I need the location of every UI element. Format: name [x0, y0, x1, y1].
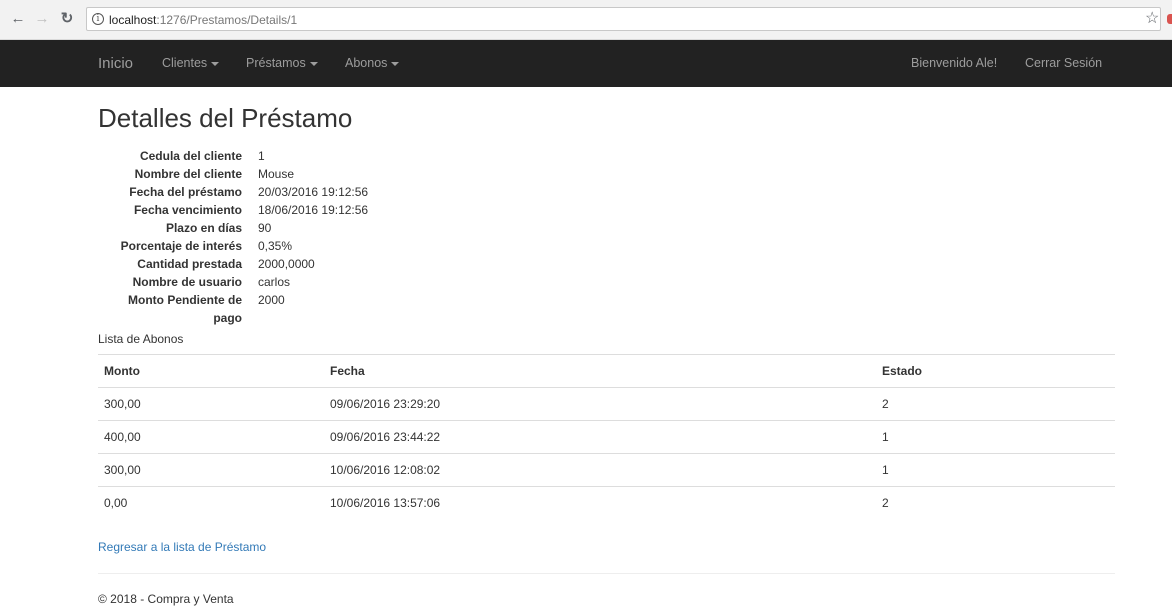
- column-header-estado: Estado: [876, 354, 1115, 388]
- detail-value: 90: [258, 221, 272, 235]
- column-header-fecha: Fecha: [324, 354, 876, 388]
- detail-value: 18/06/2016 19:12:56: [258, 203, 369, 217]
- table-row: 400,00 09/06/2016 23:44:22 1: [98, 420, 1115, 454]
- bookmark-star-icon[interactable]: ☆: [1145, 9, 1159, 29]
- detail-value: Mouse: [258, 167, 295, 181]
- url-text: localhost:1276/Prestamos/Details/1: [109, 13, 297, 27]
- detail-label: Nombre de usuario: [132, 275, 242, 289]
- cell-estado: 2: [876, 387, 1115, 421]
- nav-logout-link[interactable]: Cerrar Sesión: [1025, 40, 1102, 87]
- detail-row: Nombre de usuario carlos: [90, 273, 490, 291]
- url-path: :1276/Prestamos/Details/1: [156, 13, 298, 27]
- browser-toolbar: ← → ↻ i localhost:1276/Prestamos/Details…: [0, 0, 1172, 40]
- detail-row: Porcentaje de interés 0,35%: [90, 237, 490, 255]
- detail-row: Fecha vencimiento 18/06/2016 19:12:56: [90, 201, 490, 219]
- nav-brand-inicio[interactable]: Inicio: [98, 40, 133, 87]
- detail-label: Porcentaje de interés: [120, 239, 242, 253]
- table-row: 300,00 10/06/2016 12:08:02 1: [98, 453, 1115, 487]
- navbar: Inicio Clientes Préstamos Abonos Bienven…: [0, 40, 1172, 87]
- forward-arrow-icon[interactable]: →: [32, 9, 52, 29]
- detail-label-line: Monto Pendiente de: [128, 293, 242, 307]
- detail-label: Fecha del préstamo: [129, 185, 242, 199]
- detail-row: Nombre del cliente Mouse: [90, 165, 490, 183]
- detail-label: Cantidad prestada: [137, 257, 242, 271]
- detail-label: Plazo en días: [165, 221, 242, 235]
- detail-value: carlos: [258, 275, 291, 289]
- extension-icon[interactable]: [1167, 14, 1172, 24]
- nav-menu-prestamos[interactable]: Préstamos: [246, 40, 318, 87]
- detail-value: 0,35%: [258, 239, 293, 253]
- caret-down-icon: [211, 61, 220, 66]
- cell-fecha: 09/06/2016 23:44:22: [324, 420, 876, 454]
- info-icon[interactable]: i: [92, 13, 104, 25]
- detail-row: Plazo en días 90: [90, 219, 490, 237]
- caret-down-icon: [309, 61, 318, 66]
- table-row: 300,00 09/06/2016 23:29:20 2: [98, 387, 1115, 421]
- detail-row: Monto Pendiente de pago 2000: [90, 291, 490, 327]
- abonos-caption: Lista de Abonos: [98, 332, 184, 346]
- caret-down-icon: [391, 61, 400, 66]
- page-title: Detalles del Préstamo: [98, 103, 353, 133]
- column-header-monto: Monto: [98, 354, 324, 388]
- detail-value: 2000,0000: [258, 257, 315, 271]
- url-host: localhost: [109, 13, 157, 27]
- address-bar[interactable]: i localhost:1276/Prestamos/Details/1: [86, 7, 1161, 31]
- cell-monto: 400,00: [98, 420, 324, 454]
- detail-label: Cedula del cliente: [139, 149, 242, 163]
- cell-monto: 0,00: [98, 486, 324, 520]
- detail-label: Fecha vencimiento: [133, 203, 242, 217]
- footer-divider: [98, 573, 1115, 574]
- nav-menu-label: Préstamos: [246, 56, 306, 70]
- detail-row: Cantidad prestada 2000,0000: [90, 255, 490, 273]
- nav-menu-clientes[interactable]: Clientes: [162, 40, 220, 87]
- footer-copyright: © 2018 - Compra y Venta: [98, 592, 234, 606]
- detail-value: 20/03/2016 19:12:56: [258, 185, 369, 199]
- abonos-table: Monto Fecha Estado 300,00 09/06/2016 23:…: [98, 354, 1115, 520]
- loan-details-list: Cedula del cliente 1 Nombre del cliente …: [90, 147, 490, 327]
- cell-monto: 300,00: [98, 387, 324, 421]
- detail-value: 1: [258, 149, 265, 163]
- detail-row: Cedula del cliente 1: [90, 147, 490, 165]
- nav-menu-abonos[interactable]: Abonos: [345, 40, 400, 87]
- cell-fecha: 10/06/2016 12:08:02: [324, 453, 876, 487]
- detail-label: Nombre del cliente: [134, 167, 242, 181]
- back-arrow-icon[interactable]: ←: [8, 9, 28, 29]
- nav-welcome-link[interactable]: Bienvenido Ale!: [911, 40, 997, 87]
- detail-label-line: pago: [213, 311, 242, 325]
- detail-row: Fecha del préstamo 20/03/2016 19:12:56: [90, 183, 490, 201]
- back-to-loans-link[interactable]: Regresar a la lista de Préstamo: [98, 540, 266, 554]
- cell-fecha: 09/06/2016 23:29:20: [324, 387, 876, 421]
- cell-estado: 1: [876, 453, 1115, 487]
- reload-icon[interactable]: ↻: [57, 9, 77, 29]
- cell-estado: 1: [876, 420, 1115, 454]
- detail-value: 2000: [258, 293, 285, 307]
- cell-estado: 2: [876, 486, 1115, 520]
- cell-fecha: 10/06/2016 13:57:06: [324, 486, 876, 520]
- nav-menu-label: Clientes: [162, 56, 208, 70]
- cell-monto: 300,00: [98, 453, 324, 487]
- detail-label: Monto Pendiente de pago: [90, 291, 242, 327]
- table-header-row: Monto Fecha Estado: [98, 354, 1115, 388]
- table-row: 0,00 10/06/2016 13:57:06 2: [98, 486, 1115, 520]
- nav-menu-label: Abonos: [345, 56, 388, 70]
